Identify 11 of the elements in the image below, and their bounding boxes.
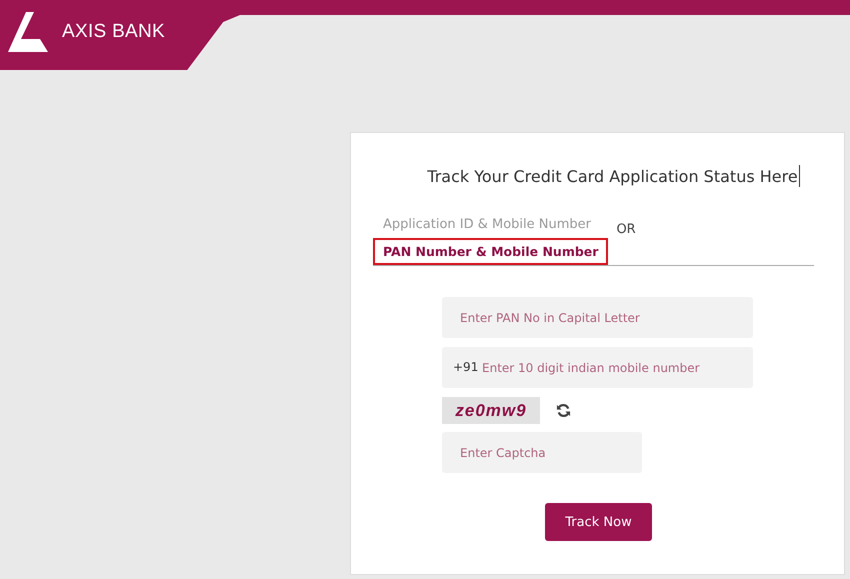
logo-text: AXIS BANK	[62, 21, 166, 43]
separator-text: OR	[615, 221, 636, 237]
refresh-icon[interactable]	[556, 403, 571, 418]
track-now-button[interactable]: Track Now	[545, 503, 652, 541]
input-field[interactable]: Enter Captcha	[442, 432, 642, 473]
tab[interactable]: PAN Number & Mobile Number	[373, 238, 608, 265]
text-cursor	[798, 165, 800, 187]
input-field[interactable]: Enter PAN No in Capital Letter	[442, 297, 753, 338]
country-code: +91	[453, 360, 478, 374]
captcha-image: ze0mw9	[442, 397, 540, 424]
form-title: Track Your Credit Card Application Status Here	[427, 166, 798, 186]
